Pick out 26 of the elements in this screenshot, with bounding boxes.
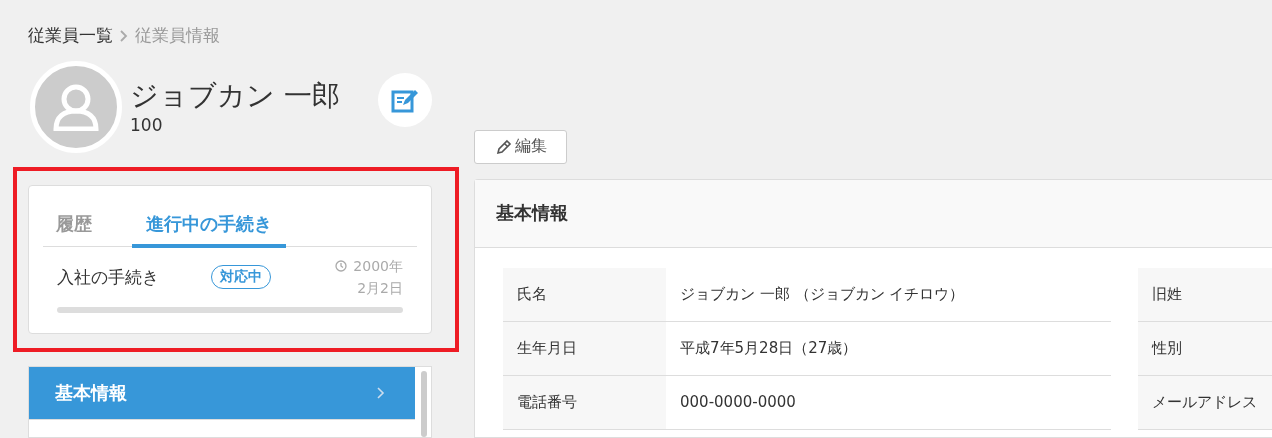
chevron-icon [377,387,385,399]
value-cell-text: 000-0000-0000 [679,392,797,414]
breadcrumb-current: 従業員情報 [135,24,220,47]
panel-title: 基本情報 [475,180,1272,248]
label-cell: 旧姓 [1138,268,1272,321]
label-cell: メールアドレス [1138,376,1272,429]
menu-item[interactable]: 基本情報 [29,367,415,420]
tab[interactable]: 進行中の手続き [132,200,286,248]
scrollbar[interactable] [421,371,427,437]
breadcrumb-link[interactable]: 従業員一覧 [28,24,113,47]
edit-icon [391,87,419,113]
person-icon [53,83,99,131]
label-cell: 電話番号 [503,376,666,429]
edit-button[interactable]: 編集 [474,130,567,164]
employee-name: ジョブカン 一郎 [130,78,341,114]
label-cell: 性別 [1138,322,1272,375]
value-cell-text: 平成7年5月28日（27歳） [679,338,859,359]
value-cell-text: ジョブカン 一郎 （ジョブカン イチロウ） [679,284,966,305]
chevron-icon [119,29,129,42]
procedure-date: 2000年 2月2日 [353,257,403,298]
employee-number: 100 [130,114,164,136]
label-cell: 生年月日 [503,322,666,375]
tab[interactable]: 履歴 [56,200,92,248]
clock-icon [335,260,348,272]
label-cell: 氏名 [503,268,666,321]
procedure-title: 入社の手続き [57,265,160,289]
